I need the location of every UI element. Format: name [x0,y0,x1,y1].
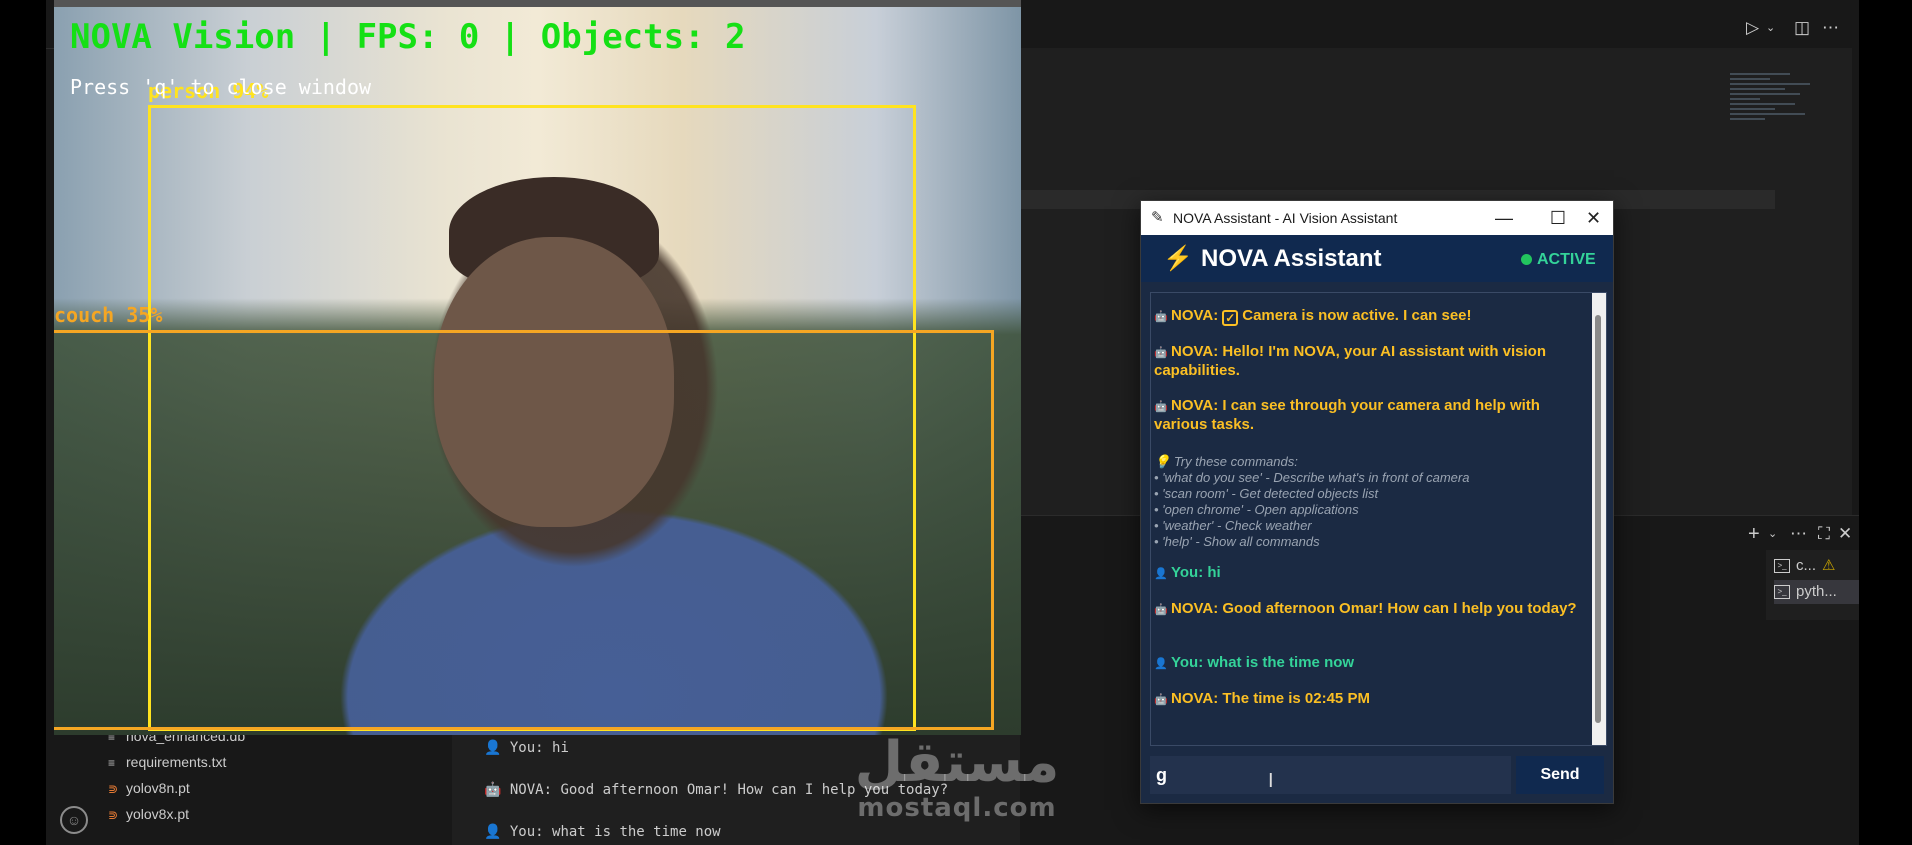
watermark: مستقل mostaql.com [854,730,1060,824]
nova-assistant-window: ✎ NOVA Assistant - AI Vision Assistant —… [1140,200,1614,804]
lines-icon: ≡ [108,756,116,770]
chat-message-nova: 🤖 NOVA: Good afternoon Omar! How can I he… [1154,600,1577,617]
user-icon: 👤 [1154,568,1168,580]
rss-icon: ⋑ [108,782,119,796]
camera-window[interactable]: person 94% couch 35% NOVA Vision | FPS: … [54,0,1021,735]
split-editor-icon[interactable]: ◫ [1794,18,1810,38]
lightning-icon: ⚡ [1163,245,1193,272]
file-item[interactable]: ⋑ yolov8n.pt [108,776,190,800]
robot-icon: 🤖 [1154,401,1168,413]
tip-item: • 'help' - Show all commands [1154,534,1320,549]
more-actions-icon[interactable]: ⋯ [1790,524,1807,544]
app-title: NOVA Assistant [1201,245,1382,272]
user-icon: 👤 [1154,658,1168,670]
file-item[interactable]: ⋑ yolov8x.pt [108,802,189,826]
maximize-panel-icon[interactable]: ⛶ [1818,524,1830,544]
account-icon[interactable]: ☺ [60,806,88,834]
chevron-down-icon[interactable]: ⌄ [1766,18,1775,38]
close-button[interactable]: ✕ [1586,201,1613,235]
user-icon: 👤 [484,824,510,840]
message-input[interactable] [1150,756,1511,794]
minimize-button[interactable]: — [1477,201,1531,235]
maximize-button[interactable]: ☐ [1531,201,1585,235]
tip-item: • 'scan room' - Get detected objects lis… [1154,486,1379,501]
user-icon: 👤 [484,740,510,756]
checkmark-icon: ✓ [1222,310,1239,326]
new-terminal-icon[interactable]: + [1748,524,1760,544]
terminal-line: 👤 You: hi [484,740,569,756]
robot-icon: 🤖 [1154,347,1168,359]
terminal-icon: >_ [1774,559,1790,574]
chat-message-nova: 🤖 NOVA: The time is 02:45 PM [1154,690,1370,707]
terminal-line: 👤 You: what is the time now [484,824,721,840]
status-badge: ACTIVE [1521,251,1596,269]
chat-message-nova: 🤖 NOVA: I can see through your camera and… [1154,397,1540,433]
terminal-icon: >_ [1774,585,1790,600]
tip-item: • 'weather' - Check weather [1154,518,1312,533]
chat-message-user: 👤 You: what is the time now [1154,654,1355,671]
terminal-tab-list: >_ c... ⚠ >_ pyth... [1766,550,1859,620]
rss-icon: ⋑ [108,808,119,822]
feather-icon: ✎ [1151,209,1164,226]
couch-bounding-box [54,330,994,730]
chat-scrollbar-thumb[interactable] [1595,315,1601,723]
more-actions-icon[interactable]: ⋯ [1822,18,1839,38]
chat-log[interactable]: 🤖 NOVA: ✓ Camera is now active. I can see! … [1150,292,1607,746]
camera-feed: person 94% couch 35% NOVA Vision | FPS: … [54,7,1021,735]
run-icon[interactable]: ▷ [1746,18,1759,38]
robot-icon: 🤖 [1154,604,1168,616]
close-panel-icon[interactable]: ✕ [1838,524,1852,544]
tip-item: • 'what do you see' - Describe what's in… [1154,470,1470,485]
chevron-down-icon[interactable]: ⌄ [1768,524,1777,544]
robot-icon: 🤖 [484,782,510,798]
camera-window-border [54,0,1021,7]
status-dot-icon [1521,254,1532,266]
minimap[interactable] [1730,70,1850,160]
warning-icon: ⚠ [1822,557,1836,574]
send-button[interactable]: Send [1516,756,1604,794]
robot-icon: 🤖 [1154,694,1168,706]
terminal-tab-active[interactable]: >_ pyth... [1774,580,1859,604]
window-title: NOVA Assistant - AI Vision Assistant [1173,210,1398,226]
window-titlebar[interactable]: ✎ NOVA Assistant - AI Vision Assistant —… [1141,201,1613,235]
hud-hint: Press 'q' to close window [70,75,372,99]
lightbulb-icon: 💡 [1154,454,1174,469]
hud-title: NOVA Vision | FPS: 0 | Objects: 2 [70,17,746,57]
command-tips: 💡 Try these commands: • 'what do you see… [1154,454,1579,550]
tip-item: • 'open chrome' - Open applications [1154,502,1359,517]
text-cursor-icon: I [1268,770,1274,792]
file-item[interactable]: ≡ requirements.txt [108,750,226,774]
chat-message-nova: 🤖 NOVA: ✓ Camera is now active. I can see! [1154,307,1472,326]
chat-message-user: 👤 You: hi [1154,564,1221,581]
chat-message-nova: 🤖 NOVA: Hello! I'm NOVA, your AI assistan… [1154,343,1547,379]
robot-icon: 🤖 [1154,311,1168,323]
couch-detection-label: couch 35% [54,303,163,327]
tips-title: 💡 Try these commands: [1154,454,1298,469]
terminal-tab[interactable]: >_ c... ⚠ [1774,554,1859,578]
